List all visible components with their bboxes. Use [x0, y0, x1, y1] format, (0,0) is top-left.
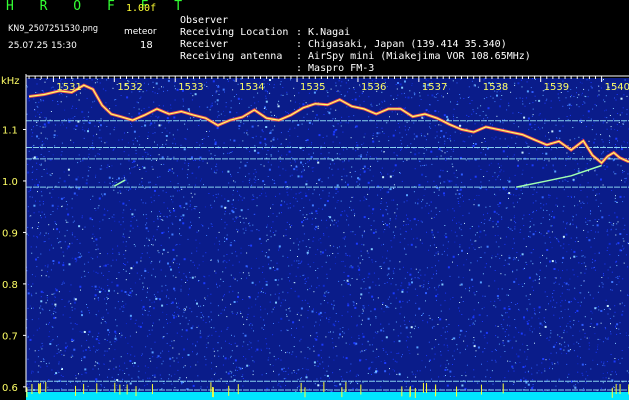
bottom-spike — [45, 382, 47, 393]
bottom-spike — [31, 384, 33, 395]
bottom-spike — [300, 382, 302, 393]
bottom-spike — [456, 386, 458, 397]
version-label: 1.00f — [126, 3, 157, 14]
bottom-spike — [345, 382, 347, 393]
y-tick-label: 1.0 — [2, 177, 18, 188]
y-axis-label: kHz — [1, 76, 20, 87]
y-tick-label: 0.8 — [2, 280, 18, 291]
bottom-spike — [426, 383, 428, 394]
y-tick-label: 1.1 — [2, 125, 18, 136]
bottom-spike — [135, 386, 137, 397]
bottom-spike — [228, 385, 230, 396]
bottom-spike — [83, 383, 85, 394]
x-tick-label: 1538 — [483, 82, 508, 93]
bottom-spike — [75, 385, 77, 396]
bottom-spike — [38, 383, 40, 394]
x-tick-label: 1536 — [361, 82, 386, 93]
bottom-spike — [212, 386, 214, 397]
bottom-spike — [409, 386, 411, 397]
bottom-spike — [341, 387, 343, 398]
info-value: : AirSpy mini (Miakejima VOR 108.65MHz) — [296, 51, 531, 62]
bottom-spike — [435, 386, 437, 397]
spectrogram-chart: kHz 1.1 1.0 0.9 0.8 0.7 0.6 1531 1532 1533 1534 153… — [0, 74, 629, 400]
x-tick-label: 1535 — [300, 82, 325, 93]
info-row-antenna: Receiving antenna : Maspro FM-3 — [180, 39, 374, 75]
date-time: 25.07.25 15:30 — [8, 41, 77, 51]
x-tick-label: 1534 — [239, 82, 264, 93]
bottom-spike — [480, 384, 482, 395]
bottom-spike — [323, 382, 325, 393]
bottom-spike — [502, 383, 504, 394]
bottom-spike — [401, 386, 403, 397]
info-label: Receiving antenna — [180, 51, 283, 62]
x-tick-label: 1539 — [544, 82, 569, 93]
x-tick-label: 1537 — [422, 82, 447, 93]
bottom-spike — [151, 384, 153, 395]
noise-base — [26, 78, 629, 392]
bottom-spike — [39, 384, 41, 395]
x-tick-label: 1531 — [56, 82, 81, 93]
bottom-spike — [119, 384, 121, 395]
bottom-spike — [304, 387, 306, 398]
bottom-spike — [126, 384, 128, 395]
y-tick-label: 0.7 — [2, 331, 18, 342]
bottom-spike — [619, 384, 621, 395]
app-title: H R O F F T — [6, 0, 192, 14]
meteor-count: 18 — [140, 40, 153, 51]
bottom-spike — [26, 387, 28, 398]
bottom-spike — [414, 387, 416, 398]
bottom-spike — [422, 382, 424, 393]
bottom-spike — [611, 387, 613, 398]
x-tick-label: 1532 — [117, 82, 142, 93]
bottom-spike — [210, 382, 212, 393]
meteor-label: meteor — [124, 27, 157, 37]
y-tick-label: 0.6 — [2, 383, 18, 394]
file-name: KN9_2507251530.png — [8, 24, 99, 34]
bottom-spike — [615, 383, 617, 394]
x-tick-label: 1533 — [178, 82, 203, 93]
bottom-spike — [114, 382, 116, 393]
bottom-spike — [96, 383, 98, 394]
info-value: : Chigasaki, Japan (139.414 35.340) — [296, 39, 507, 50]
bottom-spike — [237, 384, 239, 395]
x-tick-label: 1540 — [605, 82, 629, 93]
bottom-bar-fill — [26, 392, 629, 400]
bottom-spike — [360, 384, 362, 395]
y-tick-label: 0.9 — [2, 228, 18, 239]
info-value: : K.Nagai — [296, 27, 351, 38]
noise-layer — [26, 78, 629, 394]
info-label: Receiving Location — [180, 27, 289, 38]
